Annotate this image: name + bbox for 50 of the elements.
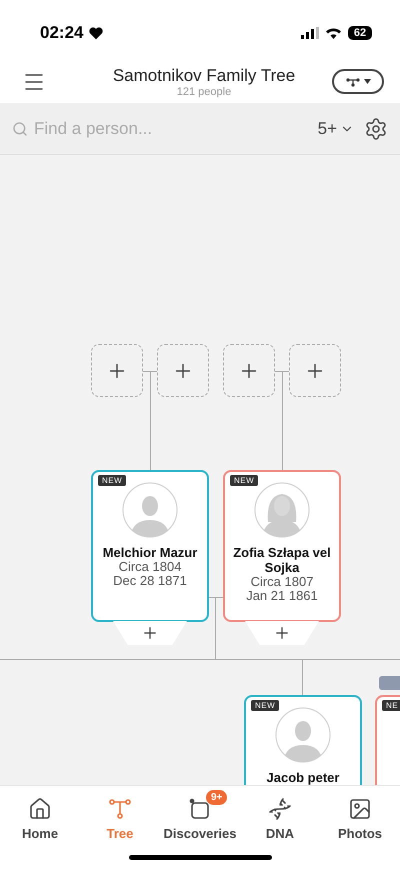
dna-icon — [268, 797, 292, 821]
person-card[interactable]: NEW Zofia Szłapa vel Sojka Circa 1807 Jan 21 1861 — [223, 470, 341, 622]
person-name: Zofia Szłapa vel Sojka — [232, 545, 332, 575]
add-relative-button[interactable] — [157, 344, 209, 397]
person-name: Jacob peter — [266, 770, 340, 785]
birth-date: Circa 1804 — [118, 560, 182, 574]
wifi-icon — [325, 27, 342, 39]
settings-button[interactable] — [364, 116, 388, 140]
tab[interactable]: Photos — [320, 786, 400, 846]
status-time: 02:24 — [40, 23, 84, 43]
signal-icon — [301, 27, 319, 39]
new-badge: NEW — [230, 475, 258, 486]
death-date: Jan 21 1861 — [246, 589, 318, 603]
home-icon — [28, 797, 52, 821]
avatar-icon — [254, 482, 310, 538]
birth-date: Circa 1807 — [250, 575, 314, 589]
search-field[interactable]: Find a person... — [32, 118, 308, 140]
generations-dropdown[interactable]: 5+ — [318, 118, 354, 138]
tree-icon — [108, 797, 132, 821]
collapsed-node-tab[interactable] — [379, 676, 400, 690]
count-badge: 9+ — [206, 790, 228, 805]
new-badge: NEW — [251, 700, 280, 711]
discoveries-icon — [188, 797, 212, 821]
tab[interactable]: DNA — [240, 786, 320, 846]
plus-icon — [141, 624, 159, 642]
new-badge: NE — [382, 700, 400, 711]
caret-icon — [364, 79, 370, 84]
search-icon — [12, 120, 28, 136]
heart-icon — [89, 26, 104, 40]
avatar-icon — [122, 482, 178, 538]
tab[interactable]: Discoveries 9+ — [160, 786, 240, 846]
add-relative-button[interactable] — [289, 344, 341, 397]
plus-icon — [273, 624, 291, 642]
add-relative-button[interactable] — [91, 344, 143, 397]
person-card[interactable]: NEW Melchior Mazur Circa 1804 Dec 28 1871 — [91, 470, 209, 622]
search-bar[interactable]: Find a person... 5+ — [0, 103, 400, 155]
person-card[interactable]: NEW Jacob peter — [244, 695, 362, 785]
person-card[interactable]: NE — [375, 695, 400, 785]
avatar-icon — [275, 707, 331, 763]
tree-icon — [346, 76, 360, 86]
death-date: Dec 28 1871 — [113, 574, 187, 588]
add-relative-button[interactable] — [223, 344, 275, 397]
tree-title: Samotnikov Family Tree — [112, 66, 296, 86]
tab[interactable]: Home — [0, 786, 80, 846]
new-badge: NEW — [98, 475, 126, 486]
battery-level: 62 — [348, 26, 372, 40]
person-name: Melchior Mazur — [102, 545, 198, 560]
view-toggle-button[interactable] — [332, 69, 384, 94]
people-count: 121 people — [176, 86, 232, 98]
photo-icon — [348, 797, 372, 821]
